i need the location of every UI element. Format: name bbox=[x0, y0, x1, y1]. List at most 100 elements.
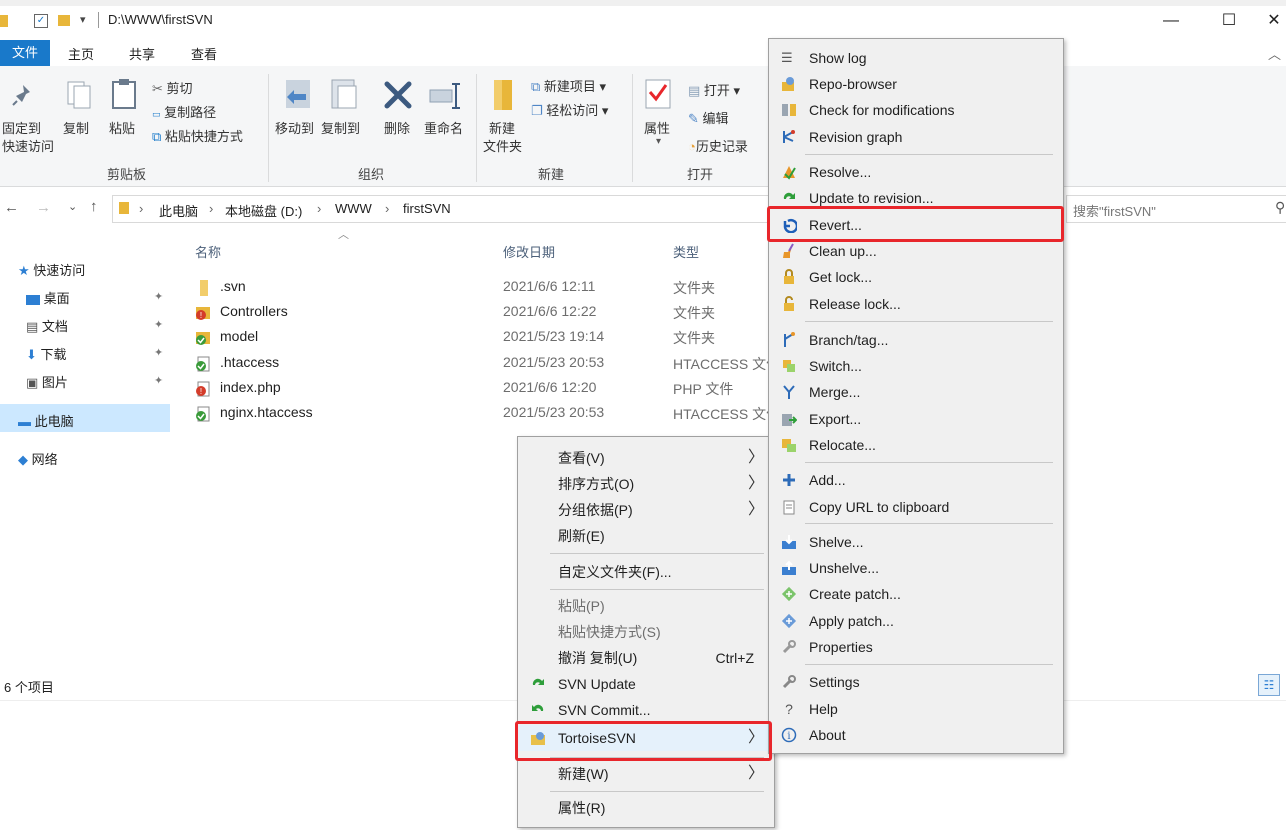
svn-export[interactable]: Export... bbox=[769, 406, 1063, 432]
menu-item-svn-commit[interactable]: SVN Commit... bbox=[518, 697, 774, 723]
menu-item-paste[interactable]: 粘贴(P) bbox=[518, 593, 774, 619]
nav-documents[interactable]: ▤ 文档 bbox=[26, 316, 68, 335]
new-folder-button[interactable]: 新建 bbox=[489, 118, 515, 137]
tab-home[interactable]: 主页 bbox=[68, 44, 94, 63]
nav-network[interactable]: ◆ 网络 bbox=[18, 449, 58, 468]
file-name[interactable]: model bbox=[220, 328, 258, 344]
ribbon-divider bbox=[476, 74, 477, 182]
menu-item-group-by[interactable]: 分组依据(P) 〉 bbox=[518, 497, 774, 523]
checkbox-icon[interactable]: ✓ bbox=[34, 14, 48, 28]
help-question-icon: ? bbox=[785, 701, 793, 717]
menu-item-paste-shortcut[interactable]: 粘贴快捷方式(S) bbox=[518, 619, 774, 645]
svn-unshelve[interactable]: Unshelve... bbox=[769, 555, 1063, 581]
column-header-name[interactable]: 名称 bbox=[195, 242, 221, 261]
menu-label: Apply patch... bbox=[809, 613, 894, 629]
properties-dropdown-icon[interactable]: ▾ bbox=[656, 136, 661, 147]
edit-button[interactable]: ✎ 编辑 bbox=[688, 108, 729, 127]
file-name[interactable]: .htaccess bbox=[220, 354, 279, 370]
properties-button[interactable]: 属性 bbox=[644, 118, 670, 137]
menu-item-svn-update[interactable]: SVN Update bbox=[518, 671, 774, 697]
pin-quick-access-button[interactable]: 固定到 bbox=[2, 118, 41, 137]
breadcrumb-drive-d[interactable]: 本地磁盘 (D:) bbox=[225, 201, 302, 220]
menu-item-customize-folder[interactable]: 自定义文件夹(F)... bbox=[518, 559, 774, 585]
forward-arrow-icon[interactable]: → bbox=[36, 199, 51, 216]
svn-branch-tag[interactable]: Branch/tag... bbox=[769, 327, 1063, 353]
new-item-label: 新建项目 ▾ bbox=[543, 79, 607, 94]
svn-shelve[interactable]: Shelve... bbox=[769, 529, 1063, 555]
copy-to-button[interactable]: 复制到 bbox=[321, 118, 360, 137]
nav-desktop[interactable]: 桌面 bbox=[26, 288, 70, 307]
breadcrumb-this-pc[interactable]: 此电脑 bbox=[159, 201, 198, 220]
up-arrow-icon[interactable]: ↑ bbox=[90, 198, 98, 215]
pin-icon: ✦ bbox=[154, 375, 164, 387]
svn-about[interactable]: i About bbox=[769, 722, 1063, 748]
svn-add[interactable]: Add... bbox=[769, 467, 1063, 493]
svn-release-lock[interactable]: Release lock... bbox=[769, 291, 1063, 317]
svn-properties[interactable]: Properties bbox=[769, 634, 1063, 660]
file-name[interactable]: .svn bbox=[220, 278, 246, 294]
tab-file[interactable]: 文件 bbox=[0, 40, 50, 66]
address-bar[interactable]: › 此电脑 › 本地磁盘 (D:) › WWW › firstSVN bbox=[112, 195, 774, 223]
tab-share[interactable]: 共享 bbox=[129, 44, 155, 63]
menu-item-properties[interactable]: 属性(R) bbox=[518, 795, 774, 821]
nav-pictures[interactable]: ▣ 图片 bbox=[26, 372, 68, 391]
maximize-button[interactable]: ☐ bbox=[1206, 8, 1252, 34]
minimize-button[interactable]: — bbox=[1148, 8, 1194, 34]
file-type: 文件夹 bbox=[673, 305, 715, 321]
search-icon[interactable]: ⚲ bbox=[1275, 199, 1285, 216]
history-button[interactable]: ◔历史记录 bbox=[688, 136, 748, 155]
recent-locations-icon[interactable]: ⌄ bbox=[68, 200, 77, 213]
new-item-button[interactable]: ⧉ 新建项目 ▾ bbox=[531, 76, 606, 95]
breadcrumb-www[interactable]: WWW bbox=[335, 201, 372, 216]
update-to-revision-icon bbox=[783, 192, 795, 199]
svn-help[interactable]: ? Help bbox=[769, 696, 1063, 722]
open-button[interactable]: ▤ 打开 ▾ bbox=[688, 80, 740, 99]
nav-quick-access[interactable]: ★ 快速访问 bbox=[18, 260, 85, 279]
paste-button[interactable]: 粘贴 bbox=[109, 118, 135, 137]
file-name[interactable]: Controllers bbox=[220, 303, 288, 319]
nav-this-pc[interactable]: ▬ 此电脑 bbox=[18, 411, 74, 430]
menu-item-sort[interactable]: 排序方式(O) 〉 bbox=[518, 471, 774, 497]
svn-revision-graph[interactable]: Revision graph bbox=[769, 124, 1063, 150]
svn-relocate[interactable]: Relocate... bbox=[769, 432, 1063, 458]
search-placeholder: 搜索"firstSVN" bbox=[1073, 204, 1156, 219]
column-header-type[interactable]: 类型 bbox=[673, 242, 699, 261]
copy-path-button[interactable]: ▭ 复制路径 bbox=[152, 102, 216, 121]
breadcrumb-firstsvn[interactable]: firstSVN bbox=[403, 201, 451, 216]
svn-switch[interactable]: Switch... bbox=[769, 353, 1063, 379]
quick-access-toolbar-dropdown-icon[interactable]: ▾ bbox=[80, 13, 86, 26]
svn-apply-patch[interactable]: Apply patch... bbox=[769, 608, 1063, 634]
tab-view[interactable]: 查看 bbox=[191, 44, 217, 63]
paste-shortcut-icon: ⧉ bbox=[152, 129, 162, 144]
close-button[interactable]: ✕ bbox=[1262, 8, 1286, 34]
svn-repo-browser[interactable]: Repo-browser bbox=[769, 71, 1063, 97]
ribbon-collapse-icon[interactable]: ︿ bbox=[1268, 44, 1281, 63]
cut-button[interactable]: ✂ 剪切 bbox=[152, 78, 193, 97]
column-header-date[interactable]: 修改日期 bbox=[503, 242, 555, 261]
search-input[interactable]: 搜索"firstSVN" ⚲ bbox=[1066, 195, 1286, 223]
nav-downloads[interactable]: ⬇ 下载 bbox=[26, 344, 67, 363]
svn-show-log[interactable]: ☰ Show log bbox=[769, 45, 1063, 71]
file-name[interactable]: index.php bbox=[220, 379, 281, 395]
svn-check-modifications[interactable]: Check for modifications bbox=[769, 97, 1063, 123]
menu-item-view[interactable]: 查看(V) 〉 bbox=[518, 445, 774, 471]
menu-item-new[interactable]: 新建(W) 〉 bbox=[518, 761, 774, 787]
rename-button[interactable]: 重命名 bbox=[424, 118, 463, 137]
menu-item-refresh[interactable]: 刷新(E) bbox=[518, 523, 774, 549]
folder-icon[interactable] bbox=[58, 15, 70, 26]
svn-get-lock[interactable]: Get lock... bbox=[769, 264, 1063, 290]
paste-shortcut-button[interactable]: ⧉ 粘贴快捷方式 bbox=[152, 126, 243, 145]
delete-button[interactable]: 删除 bbox=[384, 118, 410, 137]
svn-resolve[interactable]: Resolve... bbox=[769, 159, 1063, 185]
move-to-button[interactable]: 移动到 bbox=[275, 118, 314, 137]
file-name[interactable]: nginx.htaccess bbox=[220, 404, 313, 420]
copy-button[interactable]: 复制 bbox=[63, 118, 89, 137]
svn-settings[interactable]: Settings bbox=[769, 669, 1063, 695]
svn-copy-url[interactable]: Copy URL to clipboard bbox=[769, 494, 1063, 520]
details-view-icon[interactable]: ☷ bbox=[1258, 674, 1280, 696]
menu-item-undo-copy[interactable]: 撤消 复制(U) Ctrl+Z bbox=[518, 645, 774, 671]
easy-access-button[interactable]: ❐ 轻松访问 ▾ bbox=[531, 100, 608, 119]
back-arrow-icon[interactable]: ← bbox=[4, 199, 19, 216]
svn-merge[interactable]: Merge... bbox=[769, 379, 1063, 405]
svn-create-patch[interactable]: Create patch... bbox=[769, 581, 1063, 607]
